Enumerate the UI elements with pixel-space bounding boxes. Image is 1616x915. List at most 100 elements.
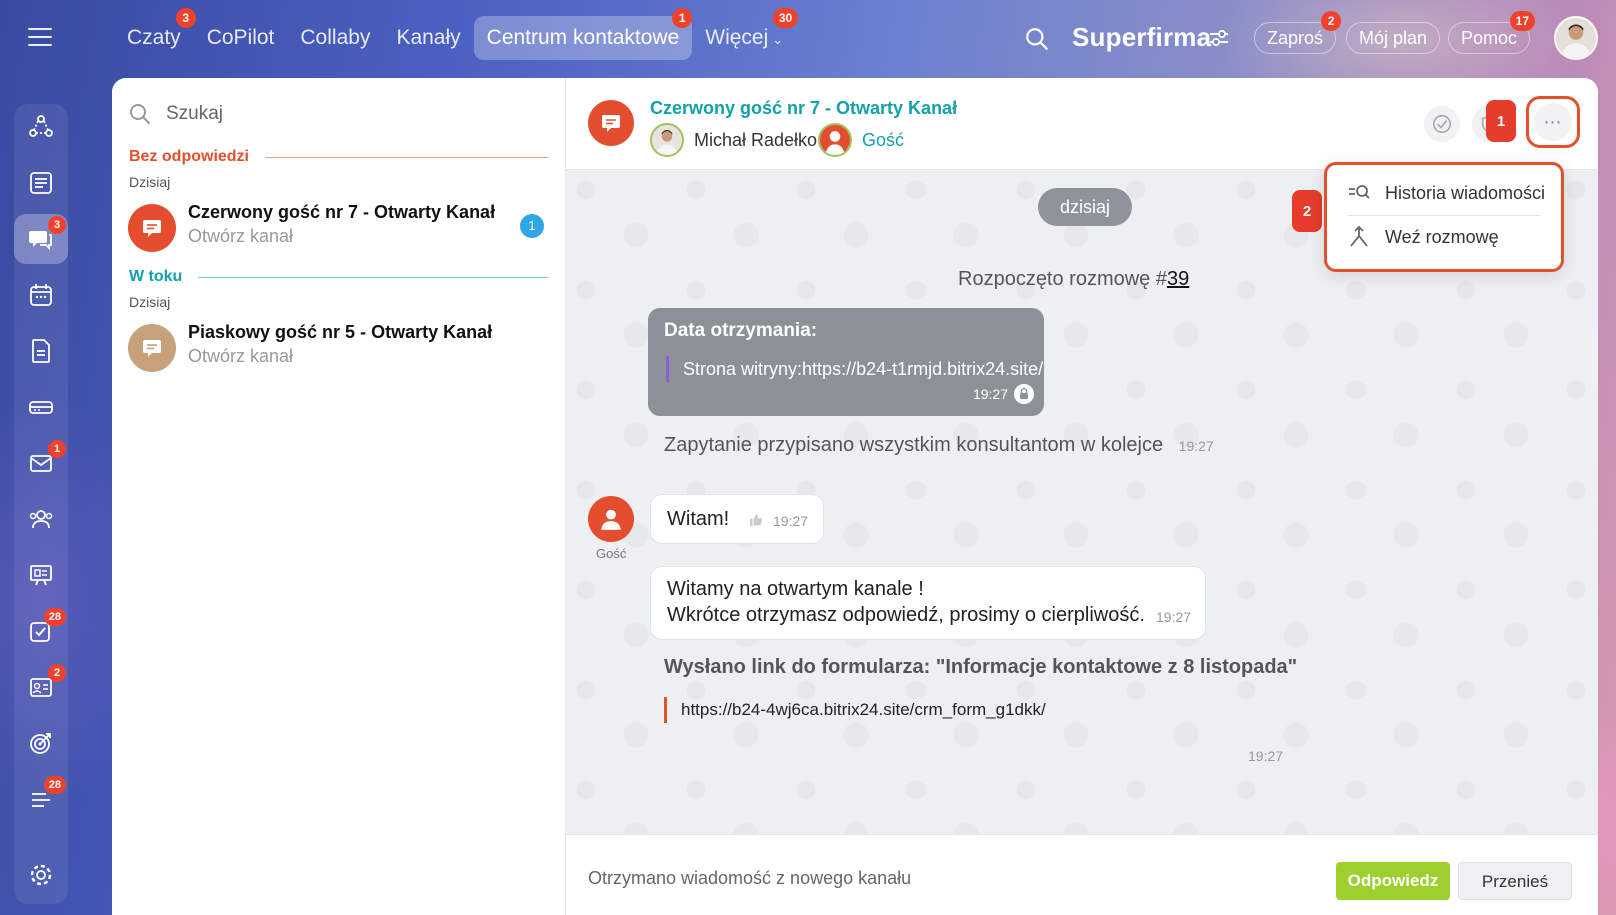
section-label: Bez odpowiedzi	[129, 148, 249, 165]
document-icon	[32, 339, 50, 363]
user-avatar-icon	[1556, 18, 1596, 58]
chat-subtitle: Otwórz kanał	[188, 226, 294, 246]
data-card-title: Data otrzymania:	[664, 320, 818, 341]
sidebar-item-goals[interactable]	[14, 718, 68, 768]
invite-button[interactable]: Zaproś 2	[1254, 11, 1342, 54]
unread-counter: 1	[520, 214, 544, 238]
list-item[interactable]: Czerwony gość nr 7 - Otwarty Kanał Otwór…	[112, 194, 566, 258]
section-unanswered: Bez odpowiedzi	[129, 148, 549, 166]
pill-badge: 2	[1321, 11, 1342, 31]
search-input[interactable]	[166, 103, 526, 125]
operator-chip[interactable]: Michał Radełko	[650, 123, 817, 157]
sidebar-item-feed[interactable]	[14, 158, 68, 208]
tune-icon[interactable]	[1208, 28, 1230, 48]
sidebar-item-activity[interactable]: 28	[14, 774, 68, 824]
sidebar-item-sites[interactable]	[14, 550, 68, 600]
form-link-url[interactable]: https://b24-4wj6ca.bitrix24.site/crm_for…	[664, 697, 1297, 723]
users-icon	[29, 510, 53, 529]
menu-item-label: Weź rozmowę	[1385, 226, 1499, 247]
day-label: Dzisiaj	[129, 174, 171, 190]
chat-footer: Otrzymano wiadomość z nowego kanału Odpo…	[566, 834, 1598, 915]
options-dropdown: Historia wiadomości Weź rozmowę	[1324, 162, 1564, 272]
take-over-icon	[1350, 225, 1368, 247]
more-options-button[interactable]: ⋯	[1526, 96, 1580, 148]
nav-badge: 3	[175, 8, 196, 28]
nav-badge: 1	[672, 8, 693, 28]
menu-hamburger-icon[interactable]	[28, 28, 52, 46]
message-time: 19:27	[1156, 609, 1192, 625]
message-line-1: Witamy na otwartym kanale !	[667, 578, 924, 600]
pill-label: Pomoc	[1461, 28, 1518, 48]
menu-item-take[interactable]: Weź rozmowę	[1347, 225, 1499, 249]
my-plan-button[interactable]: Mój plan	[1346, 22, 1441, 54]
sidebar-item-tasks[interactable]: 28	[14, 606, 68, 656]
operator-name: Michał Radełko	[694, 129, 818, 150]
nav-item-czaty[interactable]: Czaty 3	[114, 8, 196, 60]
nav-item-collaby[interactable]: Collaby	[287, 16, 383, 60]
help-button[interactable]: Pomoc 17	[1448, 11, 1536, 54]
gear-icon	[30, 864, 52, 886]
list-item[interactable]: Piaskowy gość nr 5 - Otwarty Kanał Otwór…	[112, 314, 566, 378]
nav-badge: 30	[772, 8, 799, 28]
chat-avatar[interactable]	[588, 100, 634, 146]
sidebar-badge: 28	[43, 608, 66, 626]
data-card-quote[interactable]: Strona witryny:https://b24-t1rmjd.bitrix…	[666, 356, 1043, 382]
transfer-button[interactable]: Przenieś	[1458, 862, 1572, 900]
sidebar-item-calendar[interactable]	[14, 270, 68, 320]
section-label: W toku	[129, 268, 183, 285]
pill-label: Zaproś	[1267, 28, 1324, 48]
top-nav: Czaty 3 CoPilot Collaby Kanały Centrum k…	[114, 8, 799, 60]
nav-label: Czaty	[127, 26, 181, 49]
menu-item-history[interactable]: Historia wiadomości	[1347, 181, 1545, 205]
more-dots-icon: ⋯	[1534, 103, 1572, 141]
chevron-down-icon: ⌄	[772, 32, 784, 47]
brand-name[interactable]: Superfirma	[1072, 22, 1211, 53]
sidebar-item-contacts[interactable]	[14, 494, 68, 544]
chat-header: Czerwony gość nr 7 - Otwarty Kanał Micha…	[566, 78, 1598, 170]
message-time: 19:27	[773, 513, 809, 529]
history-search-icon	[1349, 185, 1370, 199]
guest-label: Gość	[596, 546, 627, 561]
sidebar-item-crm[interactable]: 2	[14, 662, 68, 712]
form-link-title: Wysłano link do formularza: "Informacje …	[664, 656, 1298, 678]
dialog-number-link[interactable]: 39	[1167, 268, 1189, 290]
person-icon	[652, 125, 682, 155]
guest-chip[interactable]: Gość	[818, 123, 904, 157]
message-bubble-welcome[interactable]: Witamy na otwartym kanale ! Wkrótce otrz…	[650, 566, 1206, 640]
search-icon[interactable]	[1024, 26, 1050, 52]
chat-title[interactable]: Czerwony gość nr 7 - Otwarty Kanał	[650, 98, 957, 119]
user-avatar[interactable]	[1554, 16, 1598, 60]
message-icon	[143, 340, 161, 357]
sidebar-item-mail[interactable]: 1	[14, 438, 68, 488]
nav-label: Centrum kontaktowe	[486, 26, 680, 49]
message-bubble-guest[interactable]: Witam! 19:27	[650, 494, 824, 544]
nav-item-copilot[interactable]: CoPilot	[194, 16, 288, 60]
sidebar-item-settings[interactable]	[14, 850, 68, 900]
menu-item-label: Historia wiadomości	[1385, 182, 1546, 203]
nav-item-centrum-kontaktowe[interactable]: Centrum kontaktowe 1	[473, 8, 693, 60]
sidebar-item-automation[interactable]	[14, 102, 68, 152]
step-marker-2: 2	[1292, 190, 1322, 232]
nav-label: Collaby	[300, 26, 371, 49]
sidebar-badge: 3	[48, 216, 66, 234]
nav-item-kanaly[interactable]: Kanały	[383, 16, 473, 60]
sidebar-item-chats[interactable]: 3	[14, 214, 68, 264]
chat-title: Piaskowy gość nr 5 - Otwarty Kanał	[188, 322, 493, 342]
guest-message-avatar[interactable]	[588, 496, 634, 542]
finish-dialog-button[interactable]	[1424, 106, 1460, 142]
menu-divider	[1347, 215, 1541, 216]
like-icon[interactable]	[749, 513, 763, 527]
operator-avatar	[650, 123, 684, 157]
footer-info-text: Otrzymano wiadomość z nowego kanału	[588, 868, 912, 888]
message-line-2: Wkrótce otrzymasz odpowiedź, prosimy o c…	[667, 604, 1145, 626]
sidebar-badge: 28	[43, 776, 66, 794]
reply-button[interactable]: Odpowiedz	[1336, 862, 1450, 900]
message-icon	[143, 220, 161, 237]
search-icon	[130, 104, 150, 124]
drive-icon	[29, 401, 53, 414]
nav-item-wiecej[interactable]: Więcej ⌄ 30	[692, 8, 799, 60]
message-time: 19:27	[1178, 438, 1214, 454]
sidebar-item-documents[interactable]	[14, 326, 68, 376]
sidebar-item-drive[interactable]	[14, 382, 68, 432]
divider	[265, 156, 549, 158]
